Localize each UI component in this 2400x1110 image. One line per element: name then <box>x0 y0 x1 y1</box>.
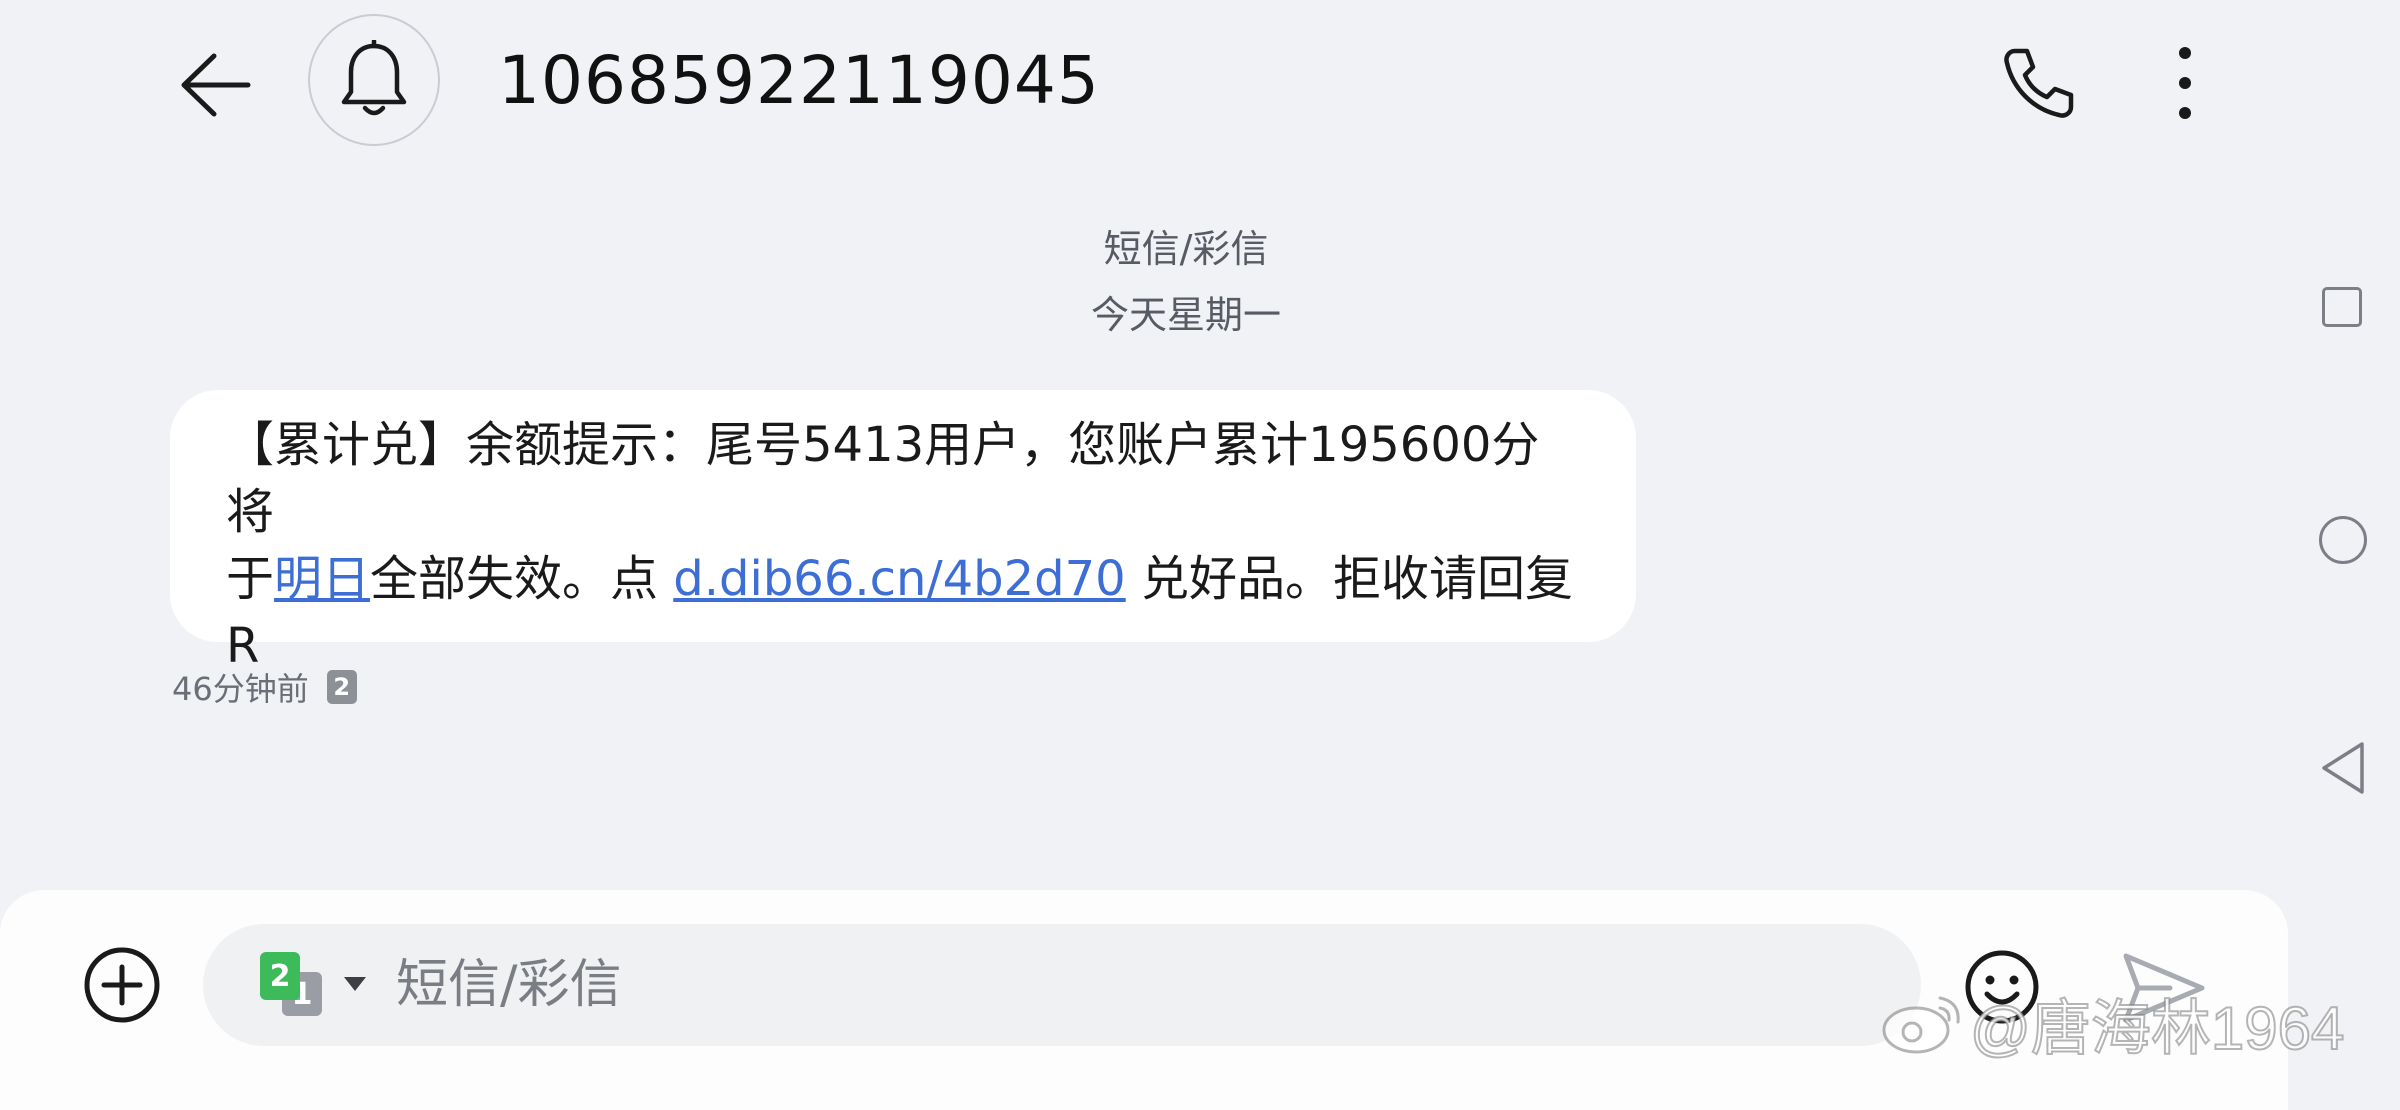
message-meta: 46分钟前 2 <box>172 664 357 710</box>
sim-selector[interactable]: 1 2 <box>260 952 368 1016</box>
call-button[interactable] <box>1994 38 2084 128</box>
notification-bell-button[interactable] <box>308 14 440 146</box>
message-text: 兑好品。拒收请回复 <box>1125 551 1573 607</box>
caret-down-icon <box>344 977 366 991</box>
url-link[interactable]: d.dib66.cn/4b2d70 <box>673 551 1125 607</box>
sim-badge: 2 <box>326 670 357 704</box>
watermark-text: @唐海林1964 <box>1969 994 2345 1063</box>
more-vertical-icon <box>2179 47 2191 119</box>
phone-icon <box>2004 48 2074 118</box>
message-bubble[interactable]: 【累计兑】余额提示：尾号5413用户，您账户累计195600分将 于明日全部失效… <box>170 390 1636 674</box>
message-line-3: R <box>226 618 260 674</box>
message-line-2: 于明日全部失效。点 d.dib66.cn/4b2d70 兑好品。拒收请回复 <box>226 546 1580 613</box>
date-label: 今天星期一 <box>1090 293 1281 337</box>
message-input-placeholder: 短信/彩信 <box>396 955 622 1015</box>
arrow-left-icon <box>181 53 251 117</box>
sim-card-icon: 1 2 <box>260 952 332 1016</box>
back-button[interactable] <box>170 40 260 130</box>
sim-primary: 2 <box>260 952 300 1000</box>
conversation-title: 10685922119045 <box>498 42 1100 119</box>
watermark: @唐海林1964 <box>1880 980 2345 1067</box>
message-text: 于 <box>226 551 275 607</box>
bell-icon <box>341 40 407 116</box>
message-time: 46分钟前 <box>172 670 309 708</box>
home-icon[interactable] <box>2319 516 2367 564</box>
weibo-logo-icon <box>1882 996 1960 1053</box>
plus-circle-icon <box>84 947 160 1023</box>
back-triangle-icon[interactable] <box>2318 740 2368 796</box>
date-link[interactable]: 明日 <box>274 551 370 607</box>
channel-label: 短信/彩信 <box>1103 227 1269 271</box>
more-options-button[interactable] <box>2140 38 2230 128</box>
message-text: 全部失效。点 <box>370 551 674 607</box>
add-attachment-button[interactable] <box>82 945 162 1025</box>
recent-apps-icon[interactable] <box>2322 287 2362 327</box>
message-line-1: 【累计兑】余额提示：尾号5413用户，您账户累计195600分将 <box>226 417 1540 540</box>
